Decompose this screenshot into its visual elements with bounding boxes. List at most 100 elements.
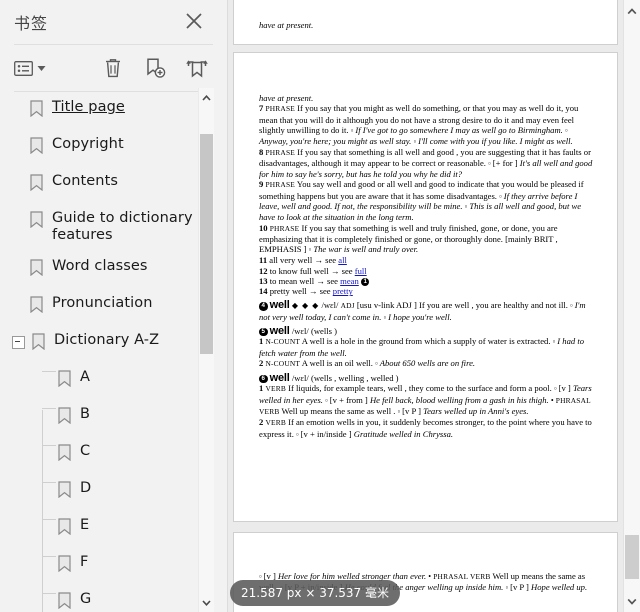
trash-icon	[106, 59, 120, 78]
bookmark-item-g[interactable]: G	[0, 584, 206, 612]
headword: well	[269, 299, 290, 312]
cross-reference-link[interactable]: mean	[340, 276, 359, 286]
document-page-next: ▫ [v ] Her love for him welled stronger …	[233, 532, 618, 612]
bookmark-icon	[58, 407, 71, 429]
sidebar-scroll-up-button[interactable]	[199, 90, 214, 105]
example-marker: ▫	[552, 337, 556, 346]
example-marker: ▫	[383, 313, 386, 322]
cross-reference-link[interactable]: full	[355, 266, 367, 276]
inflected-forms: (wells , welling , welled )	[310, 372, 399, 383]
example-marker: ▫	[308, 245, 312, 254]
bookmark-item-label: Guide to dictionary features	[52, 210, 193, 243]
viewer-scrollbar[interactable]	[623, 0, 640, 612]
grammar-pattern: [v + in/inside ]	[300, 428, 352, 439]
sidebar-scroll-thumb[interactable]	[200, 134, 213, 354]
bookmark-options-button[interactable]	[14, 59, 46, 77]
sidebar-scroll-down-button[interactable]	[199, 595, 214, 610]
dictionary-sense: 10 PHRASE If you say that something is w…	[259, 223, 595, 256]
cross-reference-link[interactable]: pretty	[333, 286, 353, 296]
viewer-scroll-thumb[interactable]	[625, 535, 639, 579]
sense-number: 9	[259, 179, 264, 190]
sense-number: 7	[259, 103, 264, 114]
example-marker: ▫	[397, 407, 401, 416]
add-bookmark-button[interactable]	[143, 56, 167, 80]
cross-reference-text: all very well → see	[269, 255, 339, 266]
bookmark-item-copyright[interactable]: Copyright	[0, 129, 206, 166]
tree-toggle-collapse-icon[interactable]	[12, 336, 25, 349]
sense-number: 12	[259, 265, 268, 276]
part-of-speech: PHRASE	[265, 147, 295, 157]
example-sentence: I hope you're well.	[388, 311, 452, 322]
example-marker: ▫	[488, 159, 491, 168]
bookmark-item-title-page[interactable]: Title page	[0, 92, 206, 129]
cross-reference-text: to know full well → see	[269, 265, 355, 276]
bookmark-item-label: B	[80, 406, 91, 422]
example-sentence: I'll come with you if you like. I might …	[418, 135, 573, 146]
bookmark-item-c[interactable]: C	[0, 436, 206, 473]
example-sentence: Her love for him welled stronger than ev…	[277, 571, 427, 581]
bookmark-item-guide-to-dictionary-features[interactable]: Guide to dictionary features	[0, 203, 206, 251]
headword: well	[269, 371, 290, 384]
bookmark-item-label: Title page	[52, 99, 125, 115]
definition-text: If you are well , you are healthy and no…	[418, 300, 568, 311]
bookmark-item-word-classes[interactable]: Word classes	[0, 251, 206, 288]
bookmark-item-e[interactable]: E	[0, 510, 206, 547]
delete-bookmark-button[interactable]	[101, 56, 125, 80]
bookmark-item-b[interactable]: B	[0, 399, 206, 436]
grammar-pattern: [v P + in/inside ]	[284, 582, 343, 593]
bookmark-icon	[58, 555, 71, 577]
phrasal-verb-text: Well up means the same as well .	[281, 406, 396, 417]
bookmark-icon	[30, 211, 43, 233]
viewer-scroll-down-button[interactable]	[624, 593, 640, 609]
bookmark-item-contents[interactable]: Contents	[0, 166, 206, 203]
bookmark-item-d[interactable]: D	[0, 473, 206, 510]
example-marker: ▫	[464, 202, 468, 211]
grammar-pattern: [+ for ]	[492, 158, 518, 169]
bookmark-icon	[58, 444, 71, 466]
bookmark-icon	[30, 174, 43, 196]
viewer-scroll-up-button[interactable]	[624, 3, 640, 19]
close-icon[interactable]	[179, 6, 209, 36]
sense-number: 14	[259, 286, 268, 297]
sidebar-title: 书签	[14, 14, 49, 33]
example-marker: ▫	[570, 301, 573, 310]
sense-number: 8	[259, 146, 264, 157]
dictionary-sense: 8 PHRASE If you say that something is al…	[259, 147, 595, 180]
continued-line: have at present.	[259, 93, 314, 103]
part-of-speech: PHRASE	[265, 180, 295, 190]
bookmark-item-a[interactable]: A	[0, 362, 206, 399]
expand-bookmarks-button[interactable]	[185, 56, 209, 80]
example-marker: ▫	[375, 359, 378, 368]
example-sentence: If I've got to go somewhere I may as wel…	[355, 125, 563, 136]
bookmark-item-f[interactable]: F	[0, 547, 206, 584]
bookmark-icon	[30, 100, 43, 122]
headword-block: 6 well /wɛl/ (wells , welling , welled )	[259, 371, 595, 384]
phrasal-verb-label: PHRASAL VERB	[433, 572, 491, 581]
dictionary-sense: 2 VERB If an emotion wells in you, it su…	[259, 417, 595, 439]
list-options-icon	[14, 60, 33, 76]
sense-number-badge: 5	[259, 327, 268, 337]
cross-reference-link[interactable]: all	[338, 255, 347, 265]
definition-text: A well is an oil well.	[301, 358, 373, 369]
grammar-pattern: [v P ]	[402, 406, 421, 417]
cross-reference-text: to mean well → see	[269, 275, 341, 286]
bookmark-item-label: G	[80, 591, 92, 607]
part-of-speech: N-COUNT	[265, 359, 301, 369]
bookmark-item-label: C	[80, 443, 91, 459]
example-marker: ▫	[280, 583, 283, 592]
chevron-up-icon	[202, 94, 211, 101]
chevron-up-icon	[627, 7, 637, 14]
chevron-down-icon	[627, 598, 637, 605]
sense-number: 2	[259, 417, 264, 428]
bookmark-item-label: Contents	[52, 173, 119, 189]
tree-connector	[42, 445, 56, 446]
sidebar-scrollbar[interactable]	[198, 88, 214, 612]
pronunciation: /wɛl/	[291, 372, 309, 383]
grammar-pattern: [v ]	[558, 383, 571, 394]
frequency-diamonds: ◆ ◆ ◆	[291, 301, 320, 311]
bookmark-tree[interactable]: Title page Copyright Contents Guide to dict…	[0, 92, 206, 612]
bookmark-item-pronunciation[interactable]: Pronunciation	[0, 288, 206, 325]
pronunciation: /wɛl/	[321, 300, 339, 311]
phrasal-marker: •	[428, 572, 432, 581]
bookmark-item-dictionary-a-z[interactable]: Dictionary A-Z	[0, 325, 206, 362]
